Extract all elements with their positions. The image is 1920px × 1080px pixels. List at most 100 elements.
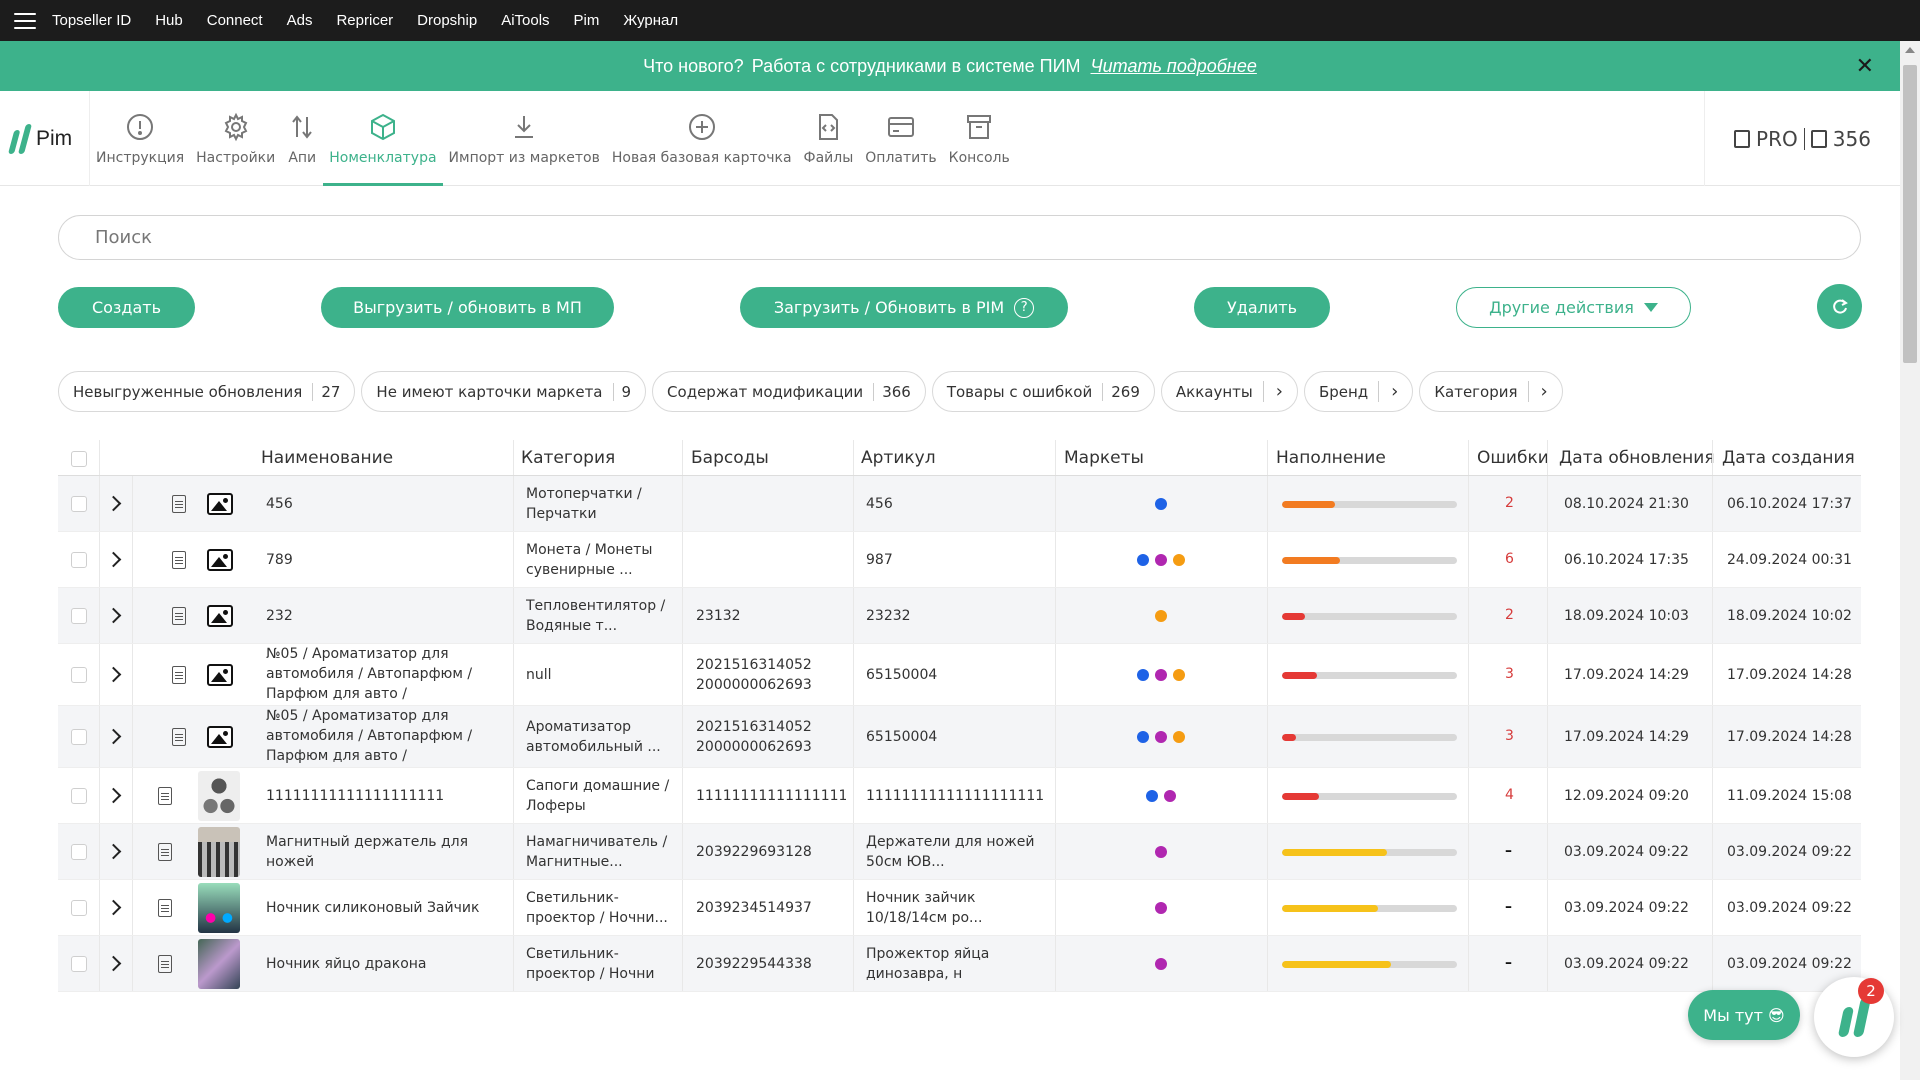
chevron-right-icon[interactable] [105, 787, 122, 804]
search-input[interactable]: Поиск [58, 215, 1861, 260]
product-photo[interactable] [198, 771, 240, 821]
product-photo[interactable] [198, 883, 240, 933]
filter-chip-5[interactable]: Бренд › [1303, 371, 1414, 412]
error-count[interactable]: 3 [1505, 666, 1514, 682]
top-nav-link-2[interactable]: Connect [207, 12, 263, 29]
product-photo[interactable] [198, 939, 240, 989]
top-nav-link-4[interactable]: Repricer [336, 12, 393, 29]
other-actions-dropdown[interactable]: Другие действия [1456, 287, 1691, 328]
top-nav-link-6[interactable]: AiTools [501, 12, 549, 29]
error-count[interactable]: – [1505, 955, 1512, 971]
top-nav-link-0[interactable]: Topseller ID [52, 12, 131, 29]
filter-chip-6[interactable]: Категория › [1419, 371, 1563, 412]
product-photo[interactable] [198, 827, 240, 877]
chevron-right-icon[interactable] [105, 899, 122, 916]
chevron-right-icon[interactable] [105, 843, 122, 860]
product-name[interactable]: Ночник яйцо дракона [266, 936, 496, 992]
document-icon[interactable] [172, 551, 186, 569]
row-checkbox[interactable] [71, 956, 87, 972]
top-nav-link-7[interactable]: Pim [574, 12, 600, 29]
filter-chip-1[interactable]: Не имеют карточки маркета 9 [361, 371, 647, 412]
column-markets[interactable]: Маркеты [1064, 448, 1144, 468]
banner-read-more-link[interactable]: Читать подробнее [1091, 56, 1257, 77]
row-checkbox[interactable] [71, 608, 87, 624]
error-count[interactable]: 3 [1505, 728, 1514, 744]
tab-gear[interactable]: Настройки [190, 91, 281, 186]
chevron-right-icon[interactable] [105, 607, 122, 624]
product-name[interactable]: Магнитный держатель для ножей [266, 824, 496, 880]
product-name[interactable]: №05 / Ароматизатор для автомобиля / Авто… [266, 644, 496, 706]
top-nav-link-1[interactable]: Hub [155, 12, 183, 29]
chevron-right-icon[interactable] [105, 666, 122, 683]
error-count[interactable]: – [1505, 843, 1512, 859]
error-count[interactable]: 4 [1505, 787, 1514, 803]
document-icon[interactable] [158, 843, 172, 861]
product-name[interactable]: 789 [266, 532, 496, 588]
refresh-button[interactable] [1817, 284, 1862, 329]
chevron-right-icon[interactable] [105, 728, 122, 745]
tab-plus-circle[interactable]: Новая базовая карточка [606, 91, 798, 186]
error-count[interactable]: – [1505, 899, 1512, 915]
chevron-right-icon[interactable] [105, 551, 122, 568]
image-icon[interactable] [207, 549, 233, 571]
column-fill[interactable]: Наполнение [1276, 448, 1386, 468]
product-name[interactable]: Ночник силиконовый Зайчик [266, 880, 496, 936]
tab-archive[interactable]: Консоль [943, 91, 1016, 186]
export-to-marketplace-button[interactable]: Выгрузить / обновить в МП [321, 287, 614, 328]
document-icon[interactable] [158, 787, 172, 805]
column-barcodes[interactable]: Барсоды [691, 448, 769, 468]
filter-chip-2[interactable]: Содержат модификации 366 [652, 371, 926, 412]
chevron-right-icon[interactable] [105, 495, 122, 512]
row-checkbox[interactable] [71, 667, 87, 683]
tab-file-code[interactable]: Файлы [798, 91, 860, 186]
image-icon[interactable] [207, 605, 233, 627]
column-created[interactable]: Дата создания [1722, 448, 1855, 468]
image-icon[interactable] [207, 726, 233, 748]
close-icon[interactable]: ✕ [1856, 53, 1874, 79]
top-nav-link-8[interactable]: Журнал [623, 12, 678, 29]
product-name[interactable]: 456 [266, 476, 496, 532]
import-to-pim-button[interactable]: Загрузить / Обновить в PIM? [740, 287, 1068, 328]
row-checkbox[interactable] [71, 552, 87, 568]
product-name[interactable]: 11111111111111111111 [266, 768, 496, 824]
document-icon[interactable] [172, 666, 186, 684]
document-icon[interactable] [172, 495, 186, 513]
page-scrollbar[interactable] [1900, 41, 1920, 1080]
help-icon[interactable]: ? [1014, 297, 1035, 318]
tab-card[interactable]: Оплатить [859, 91, 942, 186]
pim-logo[interactable]: Pim [0, 91, 90, 186]
image-icon[interactable] [207, 493, 233, 515]
row-checkbox[interactable] [71, 729, 87, 745]
document-icon[interactable] [172, 728, 186, 746]
delete-button[interactable]: Удалить [1194, 287, 1330, 328]
column-errors[interactable]: Ошибки [1477, 448, 1549, 468]
row-checkbox[interactable] [71, 900, 87, 916]
column-updated[interactable]: Дата обновления [1559, 448, 1715, 468]
image-icon[interactable] [207, 664, 233, 686]
column-name[interactable]: Наименование [261, 448, 393, 468]
document-icon[interactable] [172, 607, 186, 625]
row-checkbox[interactable] [71, 788, 87, 804]
column-sku[interactable]: Артикул [861, 448, 936, 468]
tab-cube[interactable]: Номенклатура [323, 91, 443, 186]
top-nav-link-3[interactable]: Ads [287, 12, 313, 29]
chevron-right-icon[interactable] [105, 955, 122, 972]
error-count[interactable]: 2 [1505, 495, 1514, 511]
tab-download[interactable]: Импорт из маркетов [443, 91, 606, 186]
chat-button[interactable]: Мы тут 😎 [1688, 990, 1800, 1040]
column-category[interactable]: Категория [521, 448, 615, 468]
create-button[interactable]: Создать [58, 287, 195, 328]
tab-info[interactable]: Инструкция [90, 91, 190, 186]
error-count[interactable]: 2 [1505, 607, 1514, 623]
document-icon[interactable] [158, 955, 172, 973]
select-all-checkbox[interactable] [71, 451, 87, 467]
row-checkbox[interactable] [71, 844, 87, 860]
top-nav-link-5[interactable]: Dropship [417, 12, 477, 29]
tab-sort-arrows[interactable]: Апи [281, 91, 323, 186]
menu-icon[interactable] [14, 12, 36, 29]
product-name[interactable]: №05 / Ароматизатор для автомобиля / Авто… [266, 706, 496, 768]
filter-chip-3[interactable]: Товары с ошибкой 269 [931, 371, 1155, 412]
document-icon[interactable] [158, 899, 172, 917]
filter-chip-0[interactable]: Невыгруженные обновления 27 [58, 371, 356, 412]
filter-chip-4[interactable]: Аккаунты › [1160, 371, 1298, 412]
